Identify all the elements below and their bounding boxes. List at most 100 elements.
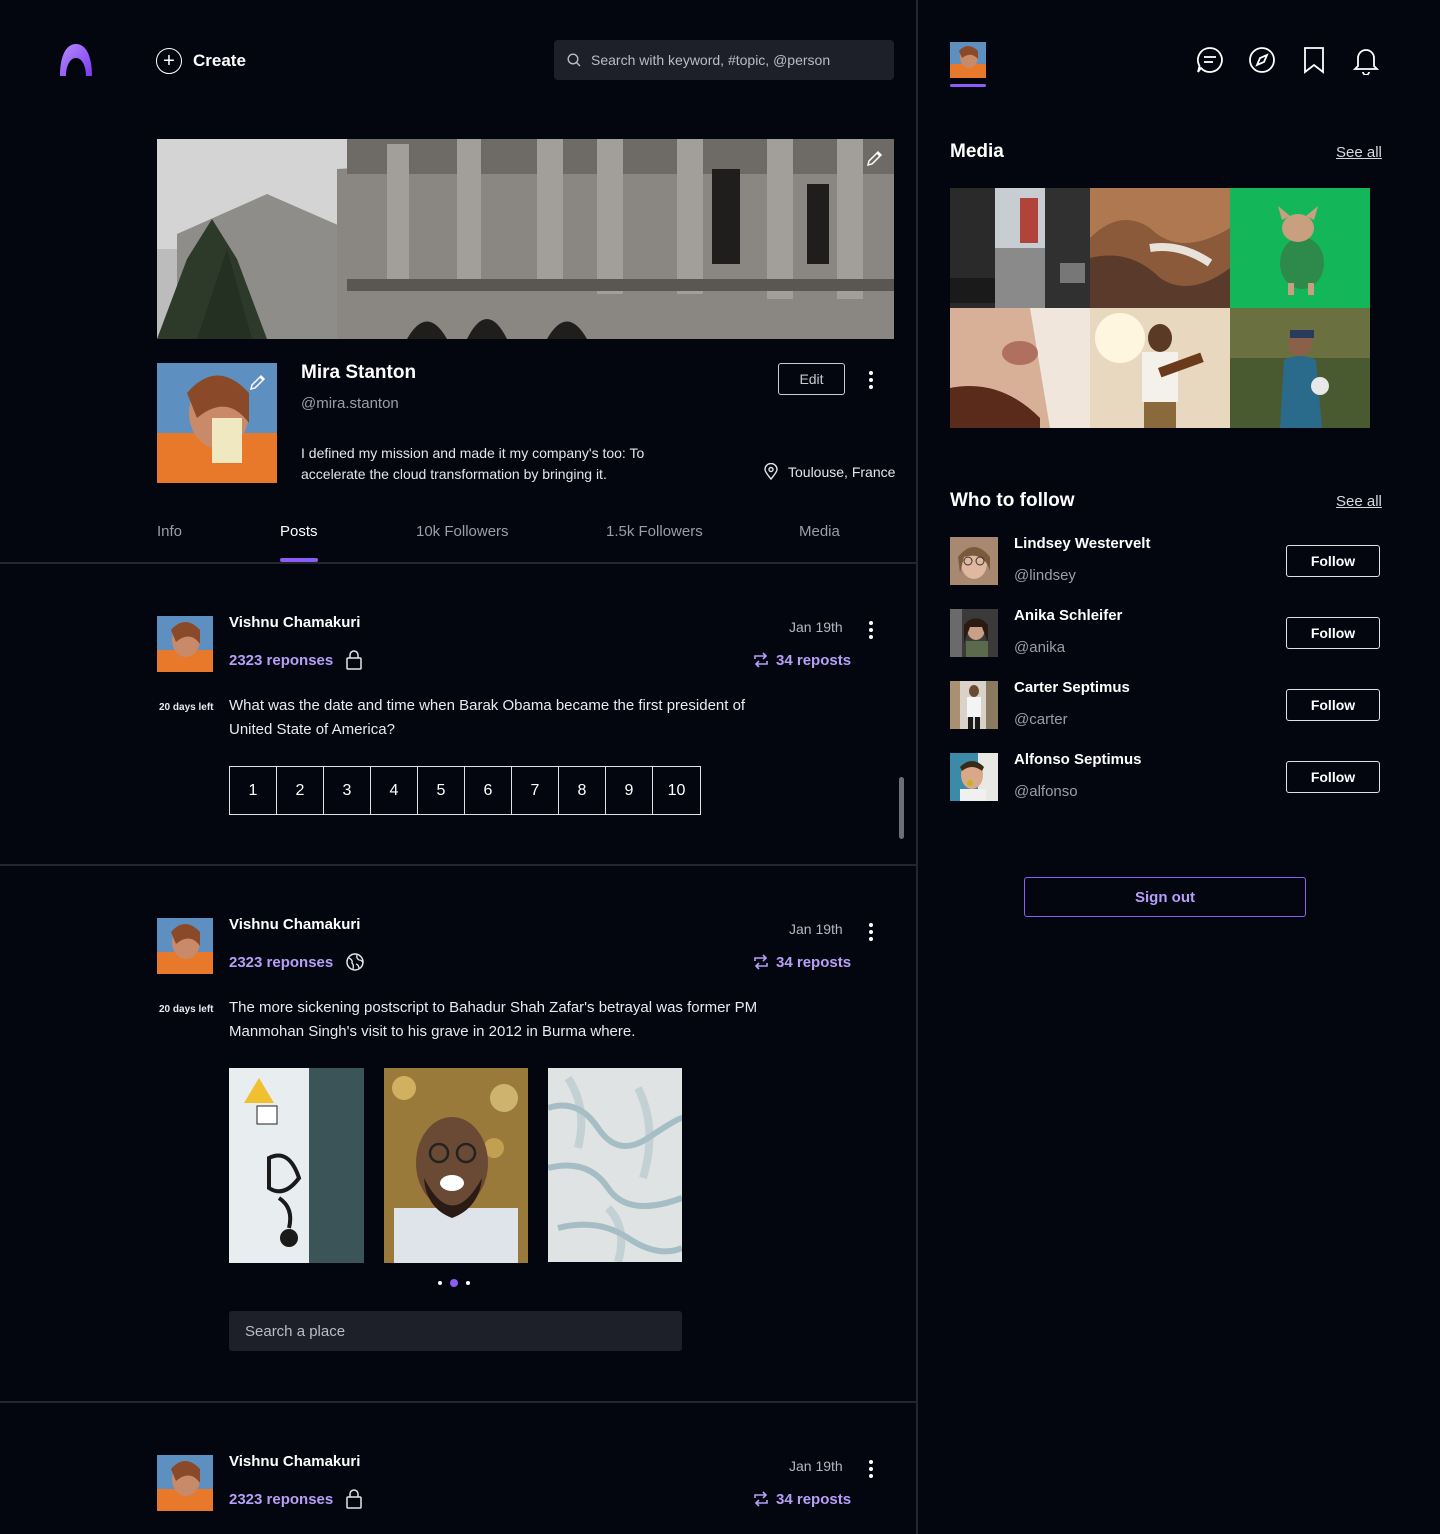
- post-image[interactable]: [229, 1068, 364, 1263]
- scale-option[interactable]: 3: [324, 767, 371, 814]
- follow-button[interactable]: Follow: [1286, 689, 1380, 721]
- follow-button[interactable]: Follow: [1286, 617, 1380, 649]
- profile-avatar[interactable]: [157, 363, 277, 483]
- tab-posts[interactable]: Posts: [280, 523, 318, 540]
- post-responses: 2323 reponses: [229, 650, 363, 670]
- post-author-name[interactable]: Vishnu Chamakuri: [229, 916, 360, 933]
- tab-media[interactable]: Media: [799, 523, 840, 540]
- post-date: Jan 19th: [789, 619, 843, 635]
- more-vertical-icon[interactable]: [869, 621, 873, 639]
- tab-followers[interactable]: 10k Followers: [416, 523, 509, 540]
- profile-bio: I defined my mission and made it my comp…: [301, 445, 645, 482]
- suggested-user-name[interactable]: Carter Septimus: [1014, 679, 1130, 696]
- who-to-follow-title: Who to follow: [950, 490, 1075, 511]
- scale-option[interactable]: 6: [465, 767, 512, 814]
- post-image[interactable]: [384, 1068, 528, 1263]
- responses-count[interactable]: 2323 reponses: [229, 1491, 333, 1508]
- bell-icon[interactable]: [1351, 45, 1381, 75]
- media-thumbnail[interactable]: [950, 188, 1090, 308]
- search-bar[interactable]: [554, 40, 894, 80]
- who-to-follow-see-all-link[interactable]: See all: [1336, 493, 1382, 510]
- follow-button[interactable]: Follow: [1286, 761, 1380, 793]
- reposts-count: 34 reposts: [776, 1490, 852, 1508]
- suggested-user-avatar[interactable]: [950, 537, 998, 585]
- repost-button[interactable]: 34 reposts: [752, 651, 851, 669]
- scale-option[interactable]: 9: [606, 767, 653, 814]
- search-input[interactable]: [591, 52, 881, 68]
- suggested-user-avatar[interactable]: [950, 681, 998, 729]
- repost-icon: [754, 954, 768, 970]
- post-author-avatar[interactable]: [157, 1455, 213, 1511]
- post-responses: 2323 reponses: [229, 1489, 363, 1509]
- post-text: What was the date and time when Barak Ob…: [229, 697, 746, 738]
- suggested-user: Lindsey Westervelt @lindsey Follow: [950, 535, 1380, 585]
- repost-icon: [754, 652, 768, 668]
- bookmark-icon[interactable]: [1299, 45, 1329, 75]
- media-thumbnail[interactable]: [950, 308, 1090, 428]
- carousel-dot[interactable]: [466, 1281, 470, 1285]
- responses-count[interactable]: 2323 reponses: [229, 954, 333, 971]
- follow-button[interactable]: Follow: [1286, 545, 1380, 577]
- media-thumbnail[interactable]: [1090, 188, 1230, 308]
- scale-option[interactable]: 2: [277, 767, 324, 814]
- carousel-indicator: [438, 1279, 470, 1287]
- scale-option[interactable]: 1: [230, 767, 277, 814]
- create-button[interactable]: + Create: [156, 48, 246, 74]
- suggested-user: Alfonso Septimus @alfonso Follow: [950, 751, 1380, 801]
- carousel-dot-active[interactable]: [450, 1279, 458, 1287]
- post-divider: [0, 864, 916, 866]
- suggested-user-handle: @anika: [1014, 639, 1066, 656]
- responses-count[interactable]: 2323 reponses: [229, 652, 333, 669]
- more-vertical-icon[interactable]: [869, 1460, 873, 1478]
- post-author-avatar[interactable]: [157, 918, 213, 974]
- repost-button[interactable]: 34 reposts: [752, 953, 851, 971]
- carousel-dot[interactable]: [438, 1281, 442, 1285]
- plus-icon: +: [156, 48, 182, 74]
- reposts-count: 34 reposts: [776, 953, 852, 971]
- suggested-user: Anika Schleifer @anika Follow: [950, 607, 1380, 657]
- active-indicator: [950, 84, 986, 87]
- pencil-icon[interactable]: [249, 373, 267, 391]
- tab-following[interactable]: 1.5k Followers: [606, 523, 703, 540]
- logo-icon[interactable]: [58, 42, 94, 78]
- media-thumbnail[interactable]: [1230, 188, 1370, 308]
- post-author-avatar[interactable]: [157, 616, 213, 672]
- scale-option[interactable]: 4: [371, 767, 418, 814]
- scrollbar-thumb[interactable]: [899, 777, 904, 839]
- repost-icon: [754, 1491, 768, 1507]
- suggested-user-name[interactable]: Lindsey Westervelt: [1014, 535, 1150, 552]
- create-label: Create: [193, 51, 246, 70]
- scale-option[interactable]: 10: [653, 767, 700, 814]
- post-author-name[interactable]: Vishnu Chamakuri: [229, 614, 360, 631]
- post-author-name[interactable]: Vishnu Chamakuri: [229, 1453, 360, 1470]
- tab-info[interactable]: Info: [157, 523, 182, 540]
- repost-button[interactable]: 34 reposts: [752, 1490, 851, 1508]
- scale-option[interactable]: 7: [512, 767, 559, 814]
- more-vertical-icon[interactable]: [869, 923, 873, 941]
- rating-scale: 1 2 3 4 5 6 7 8 9 10: [229, 766, 701, 815]
- suggested-user-name[interactable]: Alfonso Septimus: [1014, 751, 1142, 768]
- globe-icon: [346, 953, 364, 971]
- search-place-input[interactable]: [229, 1311, 682, 1351]
- post-responses: 2323 reponses: [229, 952, 365, 972]
- compass-icon[interactable]: [1247, 45, 1277, 75]
- pencil-icon[interactable]: [866, 149, 884, 167]
- sign-out-button[interactable]: Sign out: [1024, 877, 1306, 917]
- suggested-user-avatar[interactable]: [950, 609, 998, 657]
- suggested-user-avatar[interactable]: [950, 753, 998, 801]
- current-user-avatar[interactable]: [950, 42, 986, 78]
- post-image[interactable]: [548, 1068, 682, 1262]
- scale-option[interactable]: 8: [559, 767, 606, 814]
- scale-option[interactable]: 5: [418, 767, 465, 814]
- media-see-all-link[interactable]: See all: [1336, 144, 1382, 161]
- profile-location: Toulouse, France: [762, 463, 895, 481]
- message-icon[interactable]: [1195, 45, 1225, 75]
- more-vertical-icon[interactable]: [869, 371, 873, 389]
- suggested-user-handle: @lindsey: [1014, 567, 1076, 584]
- location-label: Toulouse, France: [788, 464, 896, 480]
- media-thumbnail[interactable]: [1230, 308, 1370, 428]
- suggested-user-name[interactable]: Anika Schleifer: [1014, 607, 1122, 624]
- media-thumbnail[interactable]: [1090, 308, 1230, 428]
- edit-profile-button[interactable]: Edit: [778, 363, 845, 395]
- suggested-user-handle: @carter: [1014, 711, 1068, 728]
